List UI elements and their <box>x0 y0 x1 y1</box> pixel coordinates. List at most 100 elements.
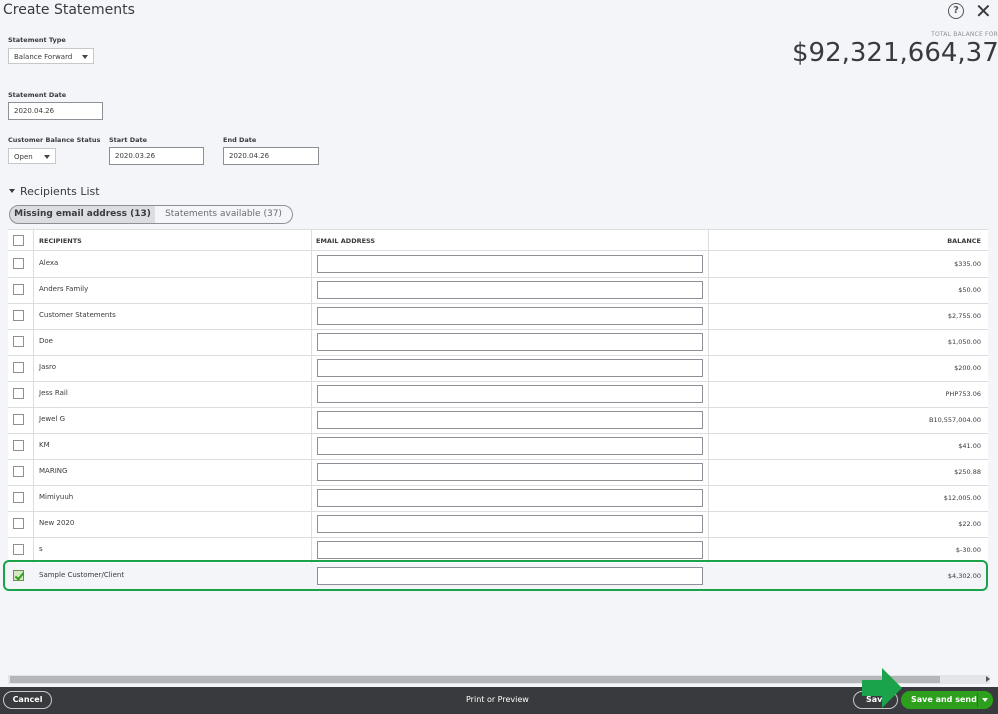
recipient-name: Anders Family <box>39 285 89 293</box>
balance-value: $1,050.00 <box>947 338 981 346</box>
email-input[interactable] <box>317 281 703 299</box>
table-row[interactable]: Jasro $200.00 <box>8 355 988 382</box>
row-checkbox[interactable] <box>13 388 24 399</box>
email-input[interactable] <box>317 411 703 429</box>
row-checkbox[interactable] <box>13 310 24 321</box>
email-input[interactable] <box>317 541 703 559</box>
email-input[interactable] <box>317 359 703 377</box>
selected-row-highlight <box>3 560 988 591</box>
balance-value: $22.00 <box>958 520 981 528</box>
balance-value: $250.88 <box>954 468 981 476</box>
tab-missing-email[interactable]: Missing email address (13) <box>9 205 156 224</box>
row-checkbox[interactable] <box>13 440 24 451</box>
email-input[interactable] <box>317 255 703 273</box>
recipient-name: New 2020 <box>39 519 75 527</box>
row-checkbox[interactable] <box>13 544 24 555</box>
recipient-name: Customer Statements <box>39 311 116 319</box>
row-checkbox[interactable] <box>13 258 24 269</box>
customer-balance-status-select[interactable]: Open <box>8 148 56 164</box>
balance-value: $50.00 <box>958 286 981 294</box>
recipient-name: MARING <box>39 467 68 475</box>
table-row[interactable]: Doe $1,050.00 <box>8 329 988 356</box>
email-input[interactable] <box>317 385 703 403</box>
balance-value: $-30.00 <box>955 546 981 554</box>
email-input[interactable] <box>317 489 703 507</box>
recipients-list-toggle[interactable]: Recipients List <box>9 185 100 198</box>
balance-value: $335.00 <box>954 260 981 268</box>
statement-type-select[interactable]: Balance Forward <box>8 48 94 64</box>
print-or-preview-link[interactable]: Print or Preview <box>466 695 529 704</box>
recipient-name: Jasro <box>39 363 57 371</box>
statement-date-input[interactable]: 2020.04.26 <box>8 102 103 120</box>
row-checkbox[interactable] <box>13 466 24 477</box>
close-icon[interactable]: ✕ <box>975 0 992 22</box>
cancel-button[interactable]: Cancel <box>3 691 52 709</box>
email-input[interactable] <box>317 307 703 325</box>
recipient-name: Alexa <box>39 259 59 267</box>
recipient-name: Doe <box>39 337 53 345</box>
balance-value: $2,755.00 <box>947 312 981 320</box>
balance-value: $41.00 <box>958 442 981 450</box>
start-date-label: Start Date <box>109 136 148 144</box>
customer-balance-status-value: Open <box>14 153 33 161</box>
total-balance-amount: $92,321,664,374 <box>792 38 998 68</box>
row-checkbox[interactable] <box>13 492 24 503</box>
row-checkbox[interactable] <box>13 414 24 425</box>
customer-balance-status-label: Customer Balance Status <box>8 136 101 144</box>
row-checkbox[interactable] <box>13 284 24 295</box>
window-header: Create Statements ? ✕ <box>0 0 998 30</box>
save-and-send-label: Save and send <box>911 695 977 704</box>
caret-down-icon <box>9 189 15 193</box>
statement-date-label: Statement Date <box>8 91 67 99</box>
table-row[interactable]: Anders Family $50.00 <box>8 277 988 304</box>
row-checkbox[interactable] <box>13 518 24 529</box>
horizontal-scrollbar[interactable] <box>8 675 990 684</box>
window-title: Create Statements <box>3 2 135 18</box>
footer-bar: Cancel Print or Preview Save Save and se… <box>0 687 998 714</box>
table-header: RECIPIENTS EMAIL ADDRESS BALANCE <box>8 230 988 251</box>
green-arrow-icon <box>862 668 902 708</box>
table-row[interactable]: KM $41.00 <box>8 433 988 460</box>
column-header-recipients: RECIPIENTS <box>39 237 82 245</box>
recipient-name: Jewel G <box>39 415 65 423</box>
chevron-down-icon <box>82 55 88 59</box>
recipients-list-label: Recipients List <box>20 185 100 198</box>
balance-value: PHP753.06 <box>945 390 981 398</box>
row-checkbox[interactable] <box>13 336 24 347</box>
table-row[interactable]: Alexa $335.00 <box>8 251 988 278</box>
recipient-name: s <box>39 545 43 553</box>
balance-value: B10,557,004.00 <box>928 416 981 424</box>
scroll-right-icon[interactable] <box>986 676 990 682</box>
total-balance-label: TOTAL BALANCE FOR <box>931 31 998 38</box>
end-date-label: End Date <box>223 136 257 144</box>
start-date-input[interactable]: 2020.03.26 <box>109 147 204 165</box>
recipient-name: KM <box>39 441 50 449</box>
table-row[interactable]: Customer Statements $2,755.00 <box>8 303 988 330</box>
button-divider <box>977 693 978 707</box>
end-date-input[interactable]: 2020.04.26 <box>223 147 319 165</box>
recipient-name: Mimiyuuh <box>39 493 74 501</box>
table-row[interactable]: Mimiyuuh $12,005.00 <box>8 485 988 512</box>
email-input[interactable] <box>317 515 703 533</box>
tab-statements-available[interactable]: Statements available (37) <box>155 205 293 224</box>
table-row[interactable]: Jess Rail PHP753.06 <box>8 381 988 408</box>
scrollbar-thumb[interactable] <box>10 676 940 683</box>
select-all-checkbox[interactable] <box>13 235 24 246</box>
column-header-email: EMAIL ADDRESS <box>316 237 376 245</box>
table-row[interactable]: MARING $250.88 <box>8 459 988 486</box>
balance-value: $12,005.00 <box>943 494 981 502</box>
email-input[interactable] <box>317 333 703 351</box>
recipient-name: Jess Rail <box>39 389 68 397</box>
chevron-down-icon <box>44 155 50 159</box>
help-icon[interactable]: ? <box>948 3 964 19</box>
email-input[interactable] <box>317 437 703 455</box>
statement-type-value: Balance Forward <box>14 53 73 61</box>
column-header-balance: BALANCE <box>947 237 981 245</box>
save-and-send-button[interactable]: Save and send <box>901 691 993 709</box>
table-row[interactable]: Jewel G B10,557,004.00 <box>8 407 988 434</box>
row-checkbox[interactable] <box>13 362 24 373</box>
chevron-down-icon[interactable] <box>982 698 988 702</box>
email-input[interactable] <box>317 463 703 481</box>
recipients-table: RECIPIENTS EMAIL ADDRESS BALANCE Alexa $3… <box>8 229 988 590</box>
table-row[interactable]: New 2020 $22.00 <box>8 511 988 538</box>
